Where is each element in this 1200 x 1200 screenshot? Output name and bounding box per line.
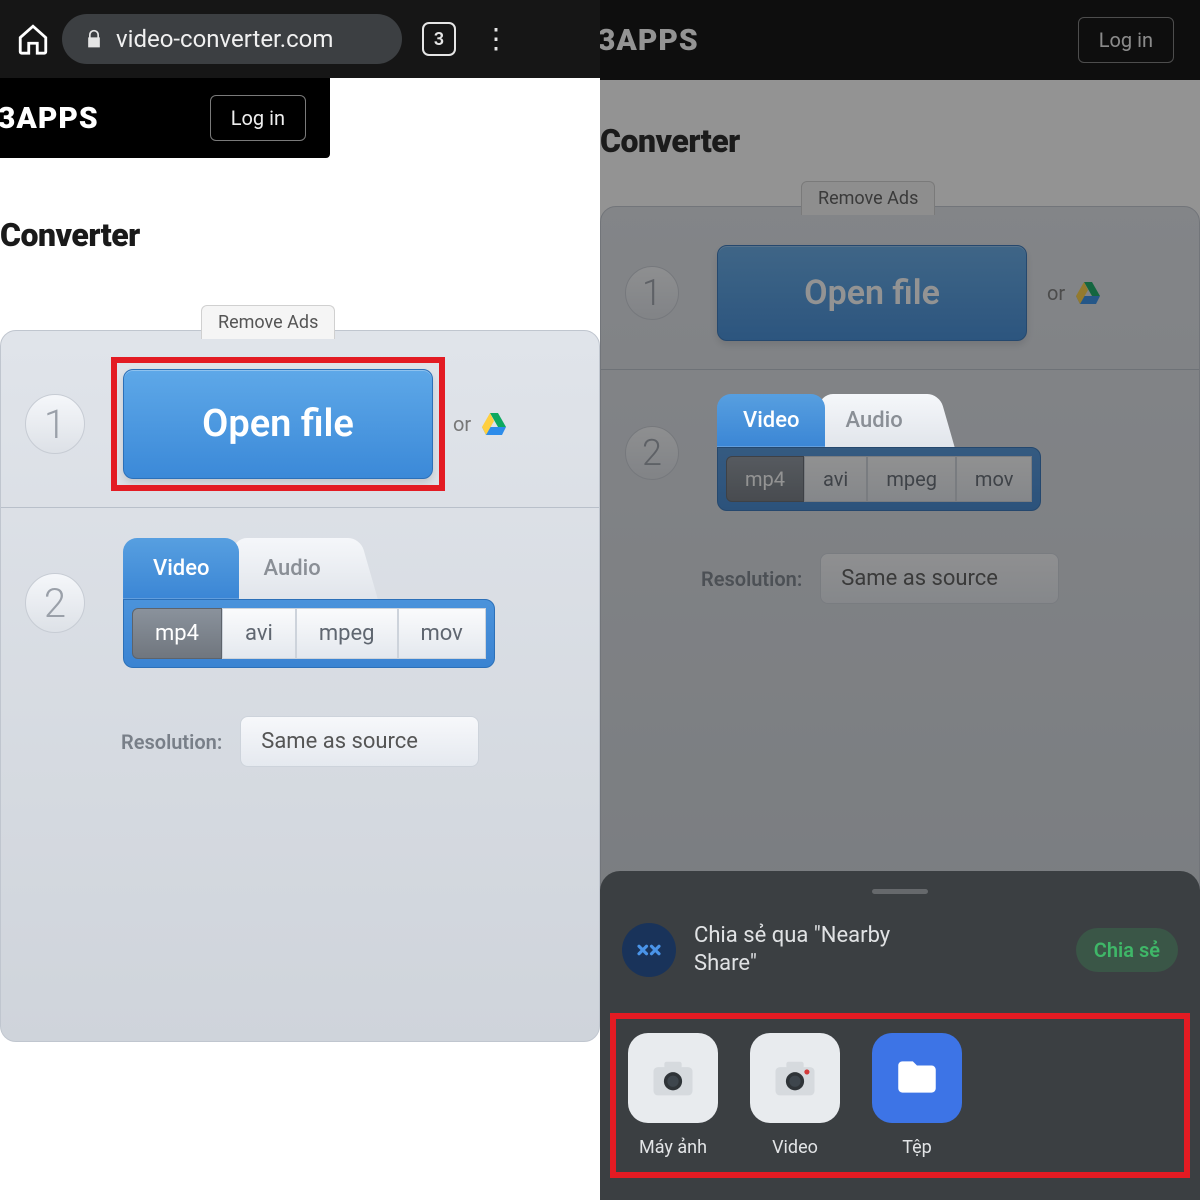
google-drive-icon[interactable]: [1075, 282, 1101, 304]
logo: 3APPS: [600, 23, 699, 58]
resolution-row: Resolution: Same as source: [1, 682, 599, 801]
resolution-label: Resolution:: [121, 730, 222, 754]
picker-row: Máy ảnh Video Tệp: [600, 1005, 1200, 1172]
format-avi[interactable]: avi: [222, 608, 296, 659]
home-icon[interactable]: [16, 22, 50, 56]
resolution-select[interactable]: Same as source: [240, 716, 479, 767]
login-button[interactable]: Log in: [1078, 17, 1174, 63]
picker-label: Tệp: [902, 1137, 932, 1158]
or-text: or: [1047, 281, 1065, 305]
resolution-select[interactable]: Same as source: [820, 553, 1059, 604]
format-mov[interactable]: mov: [398, 608, 486, 659]
step-2: 2 Video Audio mp4 avi mpeg mov: [601, 370, 1199, 525]
format-tabs: Video Audio: [717, 394, 1041, 447]
share-sheet: Chia sẻ qua "NearbyShare" Chia sẻ Máy ản…: [600, 871, 1200, 1200]
step-1: 1 Open file or: [1, 355, 599, 493]
sheet-handle[interactable]: [872, 889, 928, 894]
site-header-right: 3APPS Log in: [600, 0, 1200, 80]
step-number-2: 2: [625, 426, 679, 480]
step-number-1: 1: [625, 266, 679, 320]
google-drive-icon[interactable]: [481, 413, 507, 435]
format-tabs: Video Audio: [123, 538, 495, 599]
share-button[interactable]: Chia sẻ: [1076, 928, 1178, 972]
tab-video[interactable]: Video: [717, 394, 825, 447]
logo: 3APPS: [0, 101, 99, 136]
step-2: 2 Video Audio mp4 avi mpeg mov: [1, 508, 599, 682]
nearby-share-text: Chia sẻ qua "NearbyShare": [694, 922, 1058, 979]
menu-dots-icon[interactable]: ⋮: [482, 25, 510, 53]
login-button[interactable]: Log in: [210, 95, 306, 141]
camera-icon: [628, 1033, 718, 1123]
or-text: or: [453, 412, 471, 436]
url-text: video-converter.com: [116, 25, 333, 53]
url-bar[interactable]: video-converter.com: [62, 14, 402, 64]
tab-count[interactable]: 3: [422, 22, 456, 56]
remove-ads-tab[interactable]: Remove Ads: [801, 181, 935, 215]
step-number-2: 2: [25, 573, 85, 633]
picker-files[interactable]: Tệp: [872, 1033, 962, 1158]
tab-video[interactable]: Video: [123, 538, 239, 599]
format-mov[interactable]: mov: [956, 456, 1033, 502]
format-mpeg[interactable]: mpeg: [867, 456, 956, 502]
page-title: Converter: [600, 122, 1200, 160]
folder-icon: [872, 1033, 962, 1123]
step-number-1: 1: [25, 394, 85, 454]
site-header: 3APPS Log in: [0, 78, 330, 158]
remove-ads-tab[interactable]: Remove Ads: [201, 305, 335, 339]
format-mp4[interactable]: mp4: [726, 456, 804, 502]
lock-icon: [84, 27, 104, 51]
picker-camera[interactable]: Máy ảnh: [628, 1033, 718, 1158]
format-mpeg[interactable]: mpeg: [296, 608, 398, 659]
nearby-share-row: Chia sẻ qua "NearbyShare" Chia sẻ: [600, 916, 1200, 1005]
nearby-share-icon: [622, 923, 676, 977]
formats-bar: mp4 avi mpeg mov: [717, 447, 1041, 511]
open-file-button[interactable]: Open file: [717, 245, 1027, 341]
formats-bar: mp4 avi mpeg mov: [123, 599, 495, 668]
resolution-row: Resolution: Same as source: [601, 525, 1199, 632]
picker-video[interactable]: Video: [750, 1033, 840, 1158]
tab-audio[interactable]: Audio: [233, 538, 358, 599]
page-title: Converter: [0, 216, 600, 254]
picker-label: Video: [772, 1137, 818, 1158]
converter-panel: Remove Ads 1 Open file or 2 Video: [0, 330, 600, 1042]
tab-audio[interactable]: Audio: [819, 394, 936, 447]
step-1: 1 Open file or: [601, 231, 1199, 355]
picker-label: Máy ảnh: [639, 1137, 707, 1158]
browser-chrome: video-converter.com 3 ⋮: [0, 0, 600, 78]
video-camera-icon: [750, 1033, 840, 1123]
resolution-label: Resolution:: [701, 567, 802, 591]
format-mp4[interactable]: mp4: [132, 608, 222, 659]
open-file-button[interactable]: Open file: [123, 369, 433, 479]
format-avi[interactable]: avi: [804, 456, 867, 502]
